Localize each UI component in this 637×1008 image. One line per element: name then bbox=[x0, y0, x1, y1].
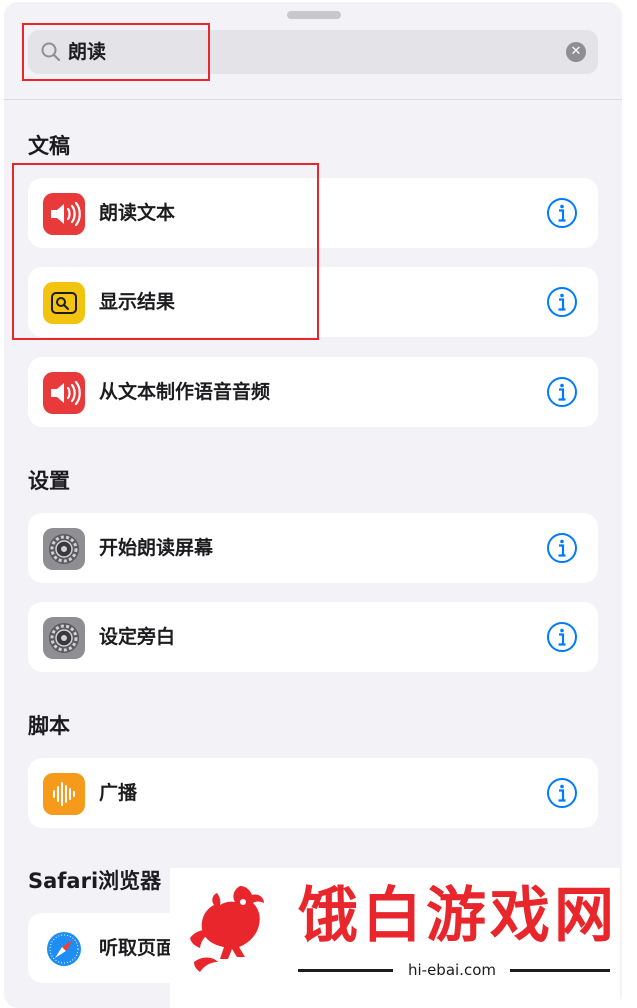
action-row-broadcast[interactable]: 广播 bbox=[28, 758, 598, 828]
clear-search-icon[interactable]: ✕ bbox=[566, 42, 586, 62]
watermark-title: 饿白游戏网 bbox=[298, 881, 618, 951]
highlight-box-search bbox=[22, 23, 210, 81]
speaker-icon bbox=[43, 372, 85, 414]
info-icon[interactable] bbox=[546, 621, 578, 653]
divider bbox=[298, 969, 393, 972]
watermark: 饿白游戏网 hi-ebai.com bbox=[170, 868, 620, 1008]
settings-gear-icon bbox=[43, 528, 85, 570]
action-label: 广播 bbox=[99, 782, 138, 804]
safari-compass-icon bbox=[43, 928, 85, 970]
highlight-box-results bbox=[12, 163, 319, 340]
info-icon[interactable] bbox=[546, 532, 578, 564]
action-label: 开始朗读屏幕 bbox=[99, 537, 214, 559]
divider bbox=[4, 99, 622, 100]
info-icon[interactable] bbox=[546, 286, 578, 318]
rooster-logo-icon bbox=[190, 886, 264, 972]
settings-gear-icon bbox=[43, 617, 85, 659]
action-label: 听取页面 bbox=[99, 937, 176, 959]
watermark-url: hi-ebai.com bbox=[407, 961, 496, 979]
section-title-documents: 文稿 bbox=[28, 134, 70, 158]
waveform-icon bbox=[43, 773, 85, 815]
action-label: 设定旁白 bbox=[99, 626, 176, 648]
divider bbox=[510, 969, 610, 972]
actions-search-sheet: 朗读 ✕ 文稿 朗读文本 显示结果 从文本制作语音音频 设置 开始朗读屏幕 设定… bbox=[4, 2, 622, 1008]
section-title-settings: 设置 bbox=[28, 469, 70, 493]
info-icon[interactable] bbox=[546, 777, 578, 809]
action-label: 从文本制作语音音频 bbox=[99, 381, 271, 403]
section-title-scripting: 脚本 bbox=[28, 714, 70, 738]
section-title-safari: Safari浏览器 bbox=[28, 869, 162, 893]
action-row-speak-screen[interactable]: 开始朗读屏幕 bbox=[28, 513, 598, 583]
info-icon[interactable] bbox=[546, 376, 578, 408]
info-icon[interactable] bbox=[546, 197, 578, 229]
sheet-grabber[interactable] bbox=[287, 11, 341, 19]
action-row-make-spoken-audio[interactable]: 从文本制作语音音频 bbox=[28, 357, 598, 427]
action-row-set-voiceover[interactable]: 设定旁白 bbox=[28, 602, 598, 672]
